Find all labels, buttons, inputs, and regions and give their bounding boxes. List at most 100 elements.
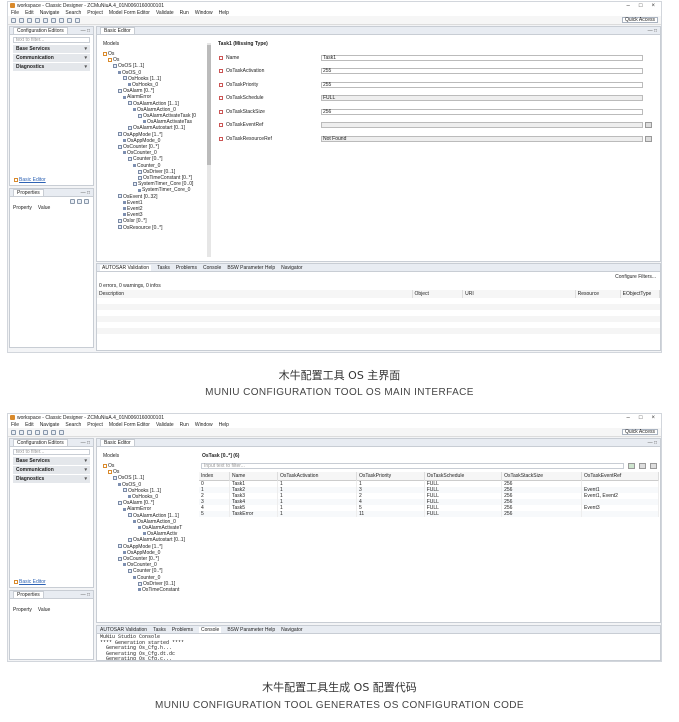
table-cell[interactable]: 5 (199, 511, 230, 517)
minimize-button[interactable]: – (627, 415, 630, 421)
minimize-button[interactable]: – (627, 3, 630, 9)
column-header[interactable]: Name (229, 472, 279, 481)
menu-file[interactable]: File (11, 422, 19, 428)
field-input[interactable] (321, 122, 643, 129)
bottom-tab[interactable]: Problems (172, 627, 193, 633)
quick-access-field[interactable]: Quick Access (621, 17, 658, 23)
menu-project[interactable]: Project (87, 422, 103, 428)
table-row[interactable]: 5 TaskError 1 11 FULL 256 (199, 511, 659, 517)
field-input[interactable]: Not Found (321, 135, 643, 142)
menu-search[interactable]: Search (65, 422, 81, 428)
column-header[interactable]: OsTaskStackSize (501, 472, 583, 481)
tab-basic-editor[interactable]: Basic Editor (100, 27, 135, 34)
close-button[interactable]: × (651, 3, 655, 9)
editor-icon[interactable] (43, 429, 48, 435)
settings-icon[interactable] (35, 429, 40, 435)
category-communication[interactable]: Communication ▾ (13, 466, 90, 474)
column-header[interactable]: Description (97, 290, 413, 298)
bottom-tab[interactable]: AUTOSAR Validation (100, 264, 152, 271)
print-icon[interactable] (27, 17, 32, 23)
menu-validate[interactable]: Validate (156, 10, 174, 16)
configure-filters-button[interactable]: Configure Filters... (97, 272, 660, 282)
table-cell[interactable]: TaskError (229, 511, 279, 517)
column-header[interactable]: Index (199, 472, 230, 481)
menu-help[interactable]: Help (219, 10, 229, 16)
table-menu-icon[interactable] (650, 463, 657, 469)
category-base-services[interactable]: Base Services ▾ (13, 457, 90, 465)
tab-basic-editor[interactable]: Basic Editor (100, 439, 135, 446)
category-base-services[interactable]: Base Services ▾ (13, 45, 90, 53)
field-input[interactable]: 255 (321, 81, 643, 88)
menu-model-form-editor[interactable]: Model Form Editor (109, 422, 150, 428)
new-icon[interactable] (11, 429, 16, 435)
menu-edit[interactable]: Edit (25, 10, 34, 16)
back-icon[interactable] (67, 17, 72, 23)
basic-editor-entry[interactable]: Basic Editor (14, 177, 46, 183)
tab-properties[interactable]: Properties (13, 189, 44, 196)
column-header[interactable]: OsTaskSchedule (424, 472, 503, 481)
menu-navigate[interactable]: Navigate (40, 422, 60, 428)
menu-run[interactable]: Run (180, 422, 189, 428)
category-diagnostics[interactable]: Diagnostics ▾ (13, 475, 90, 483)
column-header[interactable]: EObjectType (620, 290, 660, 298)
menu-project[interactable]: Project (87, 10, 103, 16)
filter-input[interactable]: text to filter... (13, 449, 90, 455)
print-icon[interactable] (27, 429, 32, 435)
editor-icon[interactable] (43, 17, 48, 23)
column-header[interactable]: OsTaskActivation (277, 472, 357, 481)
pin-icon[interactable] (70, 198, 75, 204)
maximize-button[interactable]: □ (639, 3, 643, 9)
menu-model-form-editor[interactable]: Model Form Editor (109, 10, 150, 16)
maximize-view-icon[interactable]: — □ (648, 440, 660, 446)
tree-node[interactable]: OsTimeConstant (103, 587, 191, 593)
browse-button[interactable] (645, 135, 652, 142)
settings-icon[interactable] (35, 17, 40, 23)
bottom-tab[interactable]: AUTOSAR Validation (100, 627, 147, 633)
basic-editor-link[interactable]: Basic Editor (19, 579, 46, 585)
view-menu-icon[interactable]: — □ (81, 592, 93, 598)
bottom-tab[interactable]: Navigator (281, 265, 302, 271)
basic-editor-link[interactable]: Basic Editor (19, 177, 46, 183)
menu-file[interactable]: File (11, 10, 19, 16)
menu-run[interactable]: Run (180, 10, 189, 16)
table-filter-input[interactable]: Input text to filter... (201, 463, 624, 469)
table-cell[interactable] (581, 511, 659, 517)
bottom-tab[interactable]: Tasks (153, 627, 166, 633)
quick-access-field[interactable]: Quick Access (621, 429, 658, 435)
bottom-tab[interactable]: BSW Parameter Help (227, 265, 275, 271)
generate-icon[interactable] (51, 17, 56, 23)
basic-editor-entry[interactable]: Basic Editor (14, 579, 46, 585)
field-input[interactable]: 256 (321, 108, 643, 115)
bottom-tab[interactable]: Tasks (157, 265, 170, 271)
minimize-view-icon[interactable]: — □ (81, 440, 93, 446)
forward-icon[interactable] (75, 17, 80, 23)
save-icon[interactable] (19, 17, 24, 23)
bottom-tab[interactable]: Problems (176, 265, 197, 271)
tree-scrollbar[interactable] (207, 43, 211, 257)
add-row-icon[interactable] (628, 463, 635, 469)
run-icon[interactable] (59, 17, 64, 23)
bottom-tab[interactable]: BSW Parameter Help (227, 627, 275, 633)
bottom-tab[interactable]: Navigator (281, 627, 302, 633)
category-communication[interactable]: Communication ▾ (13, 54, 90, 62)
save-icon[interactable] (19, 429, 24, 435)
column-header[interactable]: OsTaskPriority (356, 472, 425, 481)
menu-search[interactable]: Search (65, 10, 81, 16)
close-button[interactable]: × (651, 415, 655, 421)
column-header[interactable]: OsTaskEventRef (581, 472, 659, 481)
menu-window[interactable]: Window (195, 422, 213, 428)
remove-row-icon[interactable] (639, 463, 646, 469)
browse-button[interactable] (645, 122, 652, 129)
filter-input[interactable]: text to filter... (13, 37, 90, 43)
tab-properties[interactable]: Properties (13, 591, 44, 598)
column-header[interactable]: Resource (575, 290, 621, 298)
table-cell[interactable]: 1 (277, 511, 357, 517)
maximize-view-icon[interactable]: — □ (648, 28, 660, 34)
tab-configuration-editors[interactable]: Configuration Editors (13, 27, 68, 34)
bottom-tab[interactable]: Console (203, 265, 221, 271)
table-cell[interactable]: 256 (501, 511, 583, 517)
generate-icon[interactable] (51, 429, 56, 435)
field-input[interactable]: 255 (321, 68, 643, 75)
menu-help[interactable]: Help (219, 422, 229, 428)
category-diagnostics[interactable]: Diagnostics ▾ (13, 63, 90, 71)
